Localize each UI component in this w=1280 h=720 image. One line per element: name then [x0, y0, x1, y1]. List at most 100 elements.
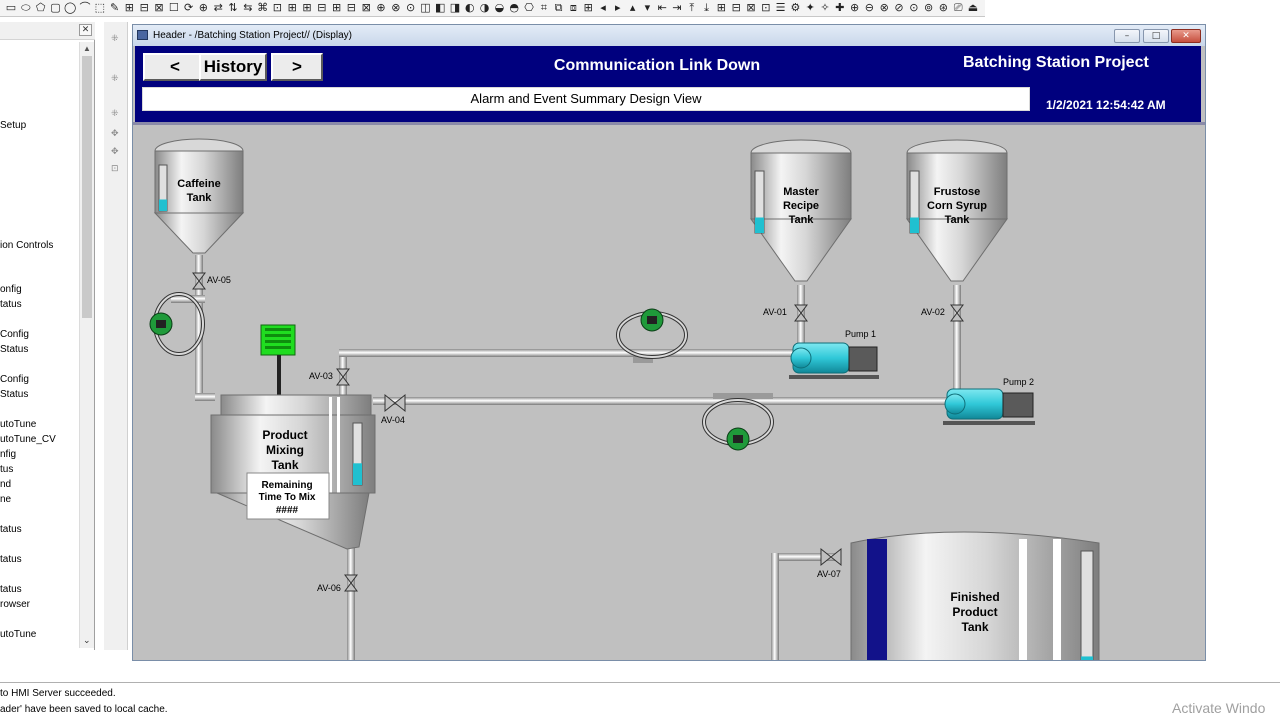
toolbar-tool-icon[interactable]: ⊛: [936, 1, 950, 15]
maximize-button[interactable]: □: [1143, 29, 1169, 43]
valve-av03[interactable]: AV-03: [309, 368, 350, 386]
tree-item[interactable]: tatus: [0, 524, 22, 536]
flow-meter-syrup[interactable]: [702, 398, 774, 451]
move-tool-icon[interactable]: ✥: [111, 129, 119, 139]
toolbar-tool-icon[interactable]: ⇥: [670, 1, 684, 15]
toolbar-tool-icon[interactable]: ⊙: [404, 1, 418, 15]
toolbar-tool-icon[interactable]: ⧈: [566, 1, 580, 15]
toolbar-tool-icon[interactable]: ⎚: [951, 1, 965, 15]
toolbar-tool-icon[interactable]: ⊘: [892, 1, 906, 15]
toolbar-tool-icon[interactable]: ⊟: [344, 1, 358, 15]
toolbar-tool-icon[interactable]: ⬚: [93, 1, 107, 15]
toolbar-tool-icon[interactable]: ⊠: [359, 1, 373, 15]
toolbar-tool-icon[interactable]: ▭: [4, 1, 18, 15]
toolbar-tool-icon[interactable]: ◨: [448, 1, 462, 15]
close-icon[interactable]: ✕: [79, 24, 92, 36]
toolbar-tool-icon[interactable]: ⊟: [137, 1, 151, 15]
toolbar-tool-icon[interactable]: ⊠: [152, 1, 166, 15]
toolbar-tool-icon[interactable]: ✎: [108, 1, 122, 15]
tree-item[interactable]: tatus: [0, 554, 22, 566]
minimize-button[interactable]: –: [1114, 29, 1140, 43]
toolbar-tool-icon[interactable]: ⎔: [522, 1, 536, 15]
toolbar-tool-icon[interactable]: ◒: [492, 1, 506, 15]
toolbar-tool-icon[interactable]: ☰: [774, 1, 788, 15]
tree-item[interactable]: Status: [0, 389, 28, 401]
tree-item[interactable]: onfig: [0, 284, 22, 296]
back-button[interactable]: <: [143, 53, 207, 81]
tree-item[interactable]: nd: [0, 479, 11, 491]
product-mixing-tank[interactable]: Product Mixing Tank Remaining Time To Mi…: [210, 324, 376, 550]
toolbar-tool-icon[interactable]: ▸: [611, 1, 625, 15]
toolbar-tool-icon[interactable]: ⤒: [685, 1, 699, 15]
tree-item[interactable]: utoTune: [0, 419, 36, 431]
toolbar-tool-icon[interactable]: ⊠: [744, 1, 758, 15]
window-titlebar[interactable]: Header - /Batching Station Project// (Di…: [133, 25, 1205, 46]
toolbar-tool-icon[interactable]: ✦: [803, 1, 817, 15]
tree-item[interactable]: tatus: [0, 299, 22, 311]
tree-item[interactable]: Setup: [0, 120, 26, 132]
tree-item[interactable]: utoTune_CV: [0, 434, 56, 446]
valve-av05[interactable]: AV-05: [192, 272, 231, 290]
toolbar-tool-icon[interactable]: ⇤: [655, 1, 669, 15]
select-tool-icon[interactable]: ⊡: [111, 164, 119, 174]
toolbar-tool-icon[interactable]: ⊟: [315, 1, 329, 15]
tree-item[interactable]: Status: [0, 344, 28, 356]
tree-item[interactable]: rowser: [0, 599, 30, 611]
toolbar-tool-icon[interactable]: ⟳: [182, 1, 196, 15]
toolbar-tool-icon[interactable]: ⌗: [537, 1, 551, 15]
alarm-summary-banner[interactable]: Alarm and Event Summary Design View: [142, 87, 1030, 111]
forward-button[interactable]: >: [271, 53, 323, 81]
toolbar-tool-icon[interactable]: ☐: [167, 1, 181, 15]
toolbar-tool-icon[interactable]: ⊡: [759, 1, 773, 15]
tree-item[interactable]: tus: [0, 464, 13, 476]
toolbar-tool-icon[interactable]: ⧉: [552, 1, 566, 15]
toolbar-tool-icon[interactable]: ⬭: [19, 1, 33, 15]
toolbar-tool-icon[interactable]: ⊚: [922, 1, 936, 15]
toolbar-tool-icon[interactable]: ▴: [626, 1, 640, 15]
align-tool-icon[interactable]: ⁜: [111, 74, 119, 84]
master-recipe-tank[interactable]: Master Recipe Tank: [750, 139, 852, 282]
toolbar-tool-icon[interactable]: ◑: [478, 1, 492, 15]
frustose-corn-syrup-tank[interactable]: Frustose Corn Syrup Tank: [906, 139, 1008, 282]
toolbar-tool-icon[interactable]: ⊕: [374, 1, 388, 15]
toolbar-tool-icon[interactable]: ▾: [640, 1, 654, 15]
toolbar-tool-icon[interactable]: ⇄: [211, 1, 225, 15]
toolbar-tool-icon[interactable]: ⌘: [256, 1, 270, 15]
valve-av02[interactable]: AV-02: [921, 304, 964, 322]
tree-item[interactable]: Config: [0, 374, 29, 386]
toolbar-tool-icon[interactable]: ⊗: [389, 1, 403, 15]
scroll-left-icon[interactable]: <: [137, 660, 143, 661]
finished-product-tank[interactable]: Finished Product Tank: [850, 531, 1100, 661]
valve-av06[interactable]: AV-06: [317, 574, 358, 593]
toolbar-tool-icon[interactable]: ⇆: [241, 1, 255, 15]
toolbar-tool-icon[interactable]: ◫: [418, 1, 432, 15]
toolbar-tool-icon[interactable]: ⊞: [330, 1, 344, 15]
tree-item[interactable]: ne: [0, 494, 11, 506]
toolbar-tool-icon[interactable]: ◐: [463, 1, 477, 15]
toolbar-tool-icon[interactable]: ⊞: [714, 1, 728, 15]
toolbar-tool-icon[interactable]: ⊗: [877, 1, 891, 15]
toolbar-tool-icon[interactable]: ⌒: [78, 1, 92, 15]
toolbar-tool-icon[interactable]: ⊕: [196, 1, 210, 15]
history-button[interactable]: History: [199, 53, 267, 81]
toolbar-tool-icon[interactable]: ⤓: [700, 1, 714, 15]
toolbar-tool-icon[interactable]: ⊙: [907, 1, 921, 15]
tree-item[interactable]: utoTune: [0, 629, 36, 641]
toolbar-tool-icon[interactable]: ⚙: [788, 1, 802, 15]
toolbar-tool-icon[interactable]: ◂: [596, 1, 610, 15]
scrollbar-thumb[interactable]: [82, 56, 92, 318]
close-button[interactable]: ✕: [1171, 29, 1201, 43]
toolbar-tool-icon[interactable]: ◯: [63, 1, 77, 15]
valve-av01[interactable]: AV-01: [763, 304, 808, 322]
toolbar-tool-icon[interactable]: ⊟: [729, 1, 743, 15]
move-tool-icon[interactable]: ✥: [111, 147, 119, 157]
toolbar-tool-icon[interactable]: ✚: [833, 1, 847, 15]
toolbar-tool-icon[interactable]: ⊖: [862, 1, 876, 15]
toolbar-tool-icon[interactable]: ⊞: [285, 1, 299, 15]
toolbar-tool-icon[interactable]: ⊡: [270, 1, 284, 15]
grid-tool-icon[interactable]: ⁜: [111, 34, 119, 44]
tree-item[interactable]: nfig: [0, 449, 16, 461]
toolbar-tool-icon[interactable]: ⊞: [300, 1, 314, 15]
toolbar-tool-icon[interactable]: ⏏: [966, 1, 980, 15]
chevron-down-icon[interactable]: ⌄: [83, 635, 91, 646]
